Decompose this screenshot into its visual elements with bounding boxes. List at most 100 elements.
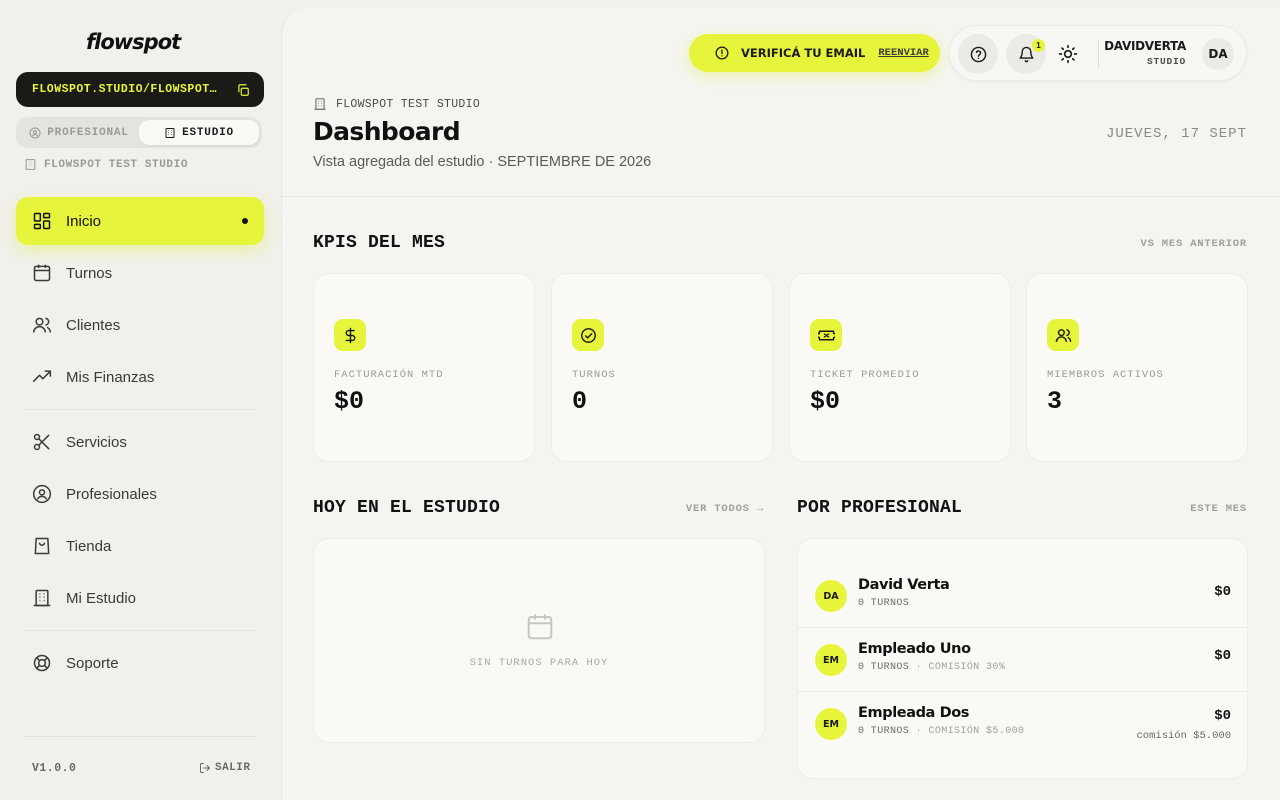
today-card: SIN TURNOS PARA HOY bbox=[313, 538, 765, 743]
pro-amount-sub: comisión $5.000 bbox=[1136, 730, 1231, 742]
header-divider bbox=[282, 196, 1280, 197]
notification-badge: 1 bbox=[1032, 39, 1045, 52]
logout-label: SALIR bbox=[215, 762, 251, 774]
pro-meta: 0 TURNOS · COMISIÓN 30% bbox=[858, 662, 1005, 673]
breadcrumb: FLOWSPOT TEST STUDIO bbox=[313, 97, 480, 111]
empty-state-text: SIN TURNOS PARA HOY bbox=[469, 657, 609, 669]
pro-name: David Verta bbox=[858, 577, 950, 593]
copy-icon[interactable] bbox=[236, 83, 250, 97]
mode-toggle: PROFESIONAL ESTUDIO bbox=[16, 117, 262, 148]
view-all-link[interactable]: VER TODOS → bbox=[686, 503, 764, 515]
building-icon bbox=[33, 589, 51, 607]
toggle-estudio-label: ESTUDIO bbox=[182, 126, 234, 139]
sidebar-item-label: Clientes bbox=[66, 316, 121, 334]
avatar: EM bbox=[815, 644, 847, 676]
toggle-estudio[interactable]: ESTUDIO bbox=[139, 120, 259, 145]
list-item[interactable]: EM Empleada Dos 0 TURNOS · COMISIÓN $5.0… bbox=[798, 691, 1247, 755]
check-circle-icon bbox=[580, 327, 596, 343]
sidebar-item-turnos[interactable]: Turnos bbox=[16, 249, 264, 297]
workspace-url-button[interactable]: FLOWSPOT.STUDIO/FLOWSPOT… bbox=[16, 72, 264, 107]
sidebar-item-inicio[interactable]: Inicio bbox=[16, 197, 264, 245]
toggle-profesional[interactable]: PROFESIONAL bbox=[19, 120, 139, 145]
sidebar: flowspot FLOWSPOT.STUDIO/FLOWSPOT… PROFE… bbox=[0, 0, 280, 800]
app-logo[interactable]: flowspot bbox=[86, 30, 181, 54]
grid-icon bbox=[33, 212, 51, 230]
kpi-label: TURNOS bbox=[572, 369, 616, 381]
users-icon bbox=[32, 317, 52, 333]
kpi-value: $0 bbox=[334, 387, 365, 416]
sidebar-item-label: Servicios bbox=[66, 433, 127, 451]
per-pro-title: POR PROFESIONAL bbox=[797, 498, 963, 518]
logout-icon bbox=[200, 763, 210, 773]
pro-meta: 0 TURNOS bbox=[858, 598, 909, 609]
list-item[interactable]: EM Empleado Uno 0 TURNOS · COMISIÓN 30% … bbox=[798, 627, 1247, 691]
sidebar-item-label: Inicio bbox=[66, 212, 102, 230]
kpi-value: 3 bbox=[1047, 387, 1063, 416]
footer-divider bbox=[24, 736, 256, 737]
kpi-value: $0 bbox=[810, 387, 841, 416]
building-icon bbox=[25, 159, 36, 170]
nav-divider bbox=[24, 630, 256, 631]
kpi-card-turnos: TURNOS 0 bbox=[551, 273, 773, 462]
users-icon bbox=[1055, 328, 1071, 342]
per-pro-meta: ESTE MES bbox=[1190, 503, 1247, 515]
pro-amount: $0 bbox=[1214, 584, 1231, 600]
lifebuoy-icon bbox=[33, 654, 51, 672]
toolbar-divider bbox=[1098, 41, 1099, 67]
pro-amount: $0 bbox=[1214, 648, 1231, 664]
sidebar-item-mi-estudio[interactable]: Mi Estudio bbox=[16, 574, 264, 622]
pro-turnos: 0 TURNOS bbox=[858, 726, 910, 737]
building-icon bbox=[314, 98, 326, 110]
kpis-meta: VS MES ANTERIOR bbox=[1140, 238, 1247, 250]
toggle-profesional-label: PROFESIONAL bbox=[47, 126, 129, 139]
sidebar-item-servicios[interactable]: Servicios bbox=[16, 418, 264, 466]
page-title: Dashboard bbox=[313, 117, 461, 146]
help-button[interactable] bbox=[958, 34, 998, 74]
verify-email-text: VERIFICÁ TU EMAIL bbox=[741, 46, 866, 60]
app-version: V1.0.0 bbox=[32, 762, 77, 775]
breadcrumb-label: FLOWSPOT TEST STUDIO bbox=[336, 97, 481, 111]
resend-link[interactable]: REENVIAR bbox=[878, 47, 928, 59]
avatar: EM bbox=[815, 708, 847, 740]
sidebar-item-soporte[interactable]: Soporte bbox=[16, 639, 264, 687]
user-circle-icon bbox=[32, 484, 52, 504]
verify-email-banner: VERIFICÁ TU EMAIL REENVIAR bbox=[689, 34, 940, 72]
list-item[interactable]: DA David Verta 0 TURNOS $0 bbox=[798, 564, 1247, 628]
calendar-icon bbox=[33, 264, 51, 282]
kpi-card-ticket: TICKET PROMEDIO $0 bbox=[789, 273, 1011, 462]
workspace-url: FLOWSPOT.STUDIO/FLOWSPOT… bbox=[32, 83, 218, 96]
sun-icon[interactable] bbox=[1058, 44, 1078, 64]
notifications-button[interactable]: 1 bbox=[1006, 34, 1046, 74]
user-role: STUDIO bbox=[1146, 56, 1186, 67]
avatar: DA bbox=[815, 580, 847, 612]
kpi-card-facturacion: FACTURACIÓN MTD $0 bbox=[313, 273, 535, 462]
pro-turnos: 0 TURNOS bbox=[858, 598, 910, 609]
per-pro-card: DA David Verta 0 TURNOS $0 EM Empleado U… bbox=[797, 538, 1248, 779]
user-toolbar: 1 DAVIDVERTA STUDIO DA bbox=[949, 25, 1247, 81]
pro-name: Empleado Uno bbox=[858, 641, 971, 657]
kpi-value: 0 bbox=[572, 387, 588, 416]
dollar-icon bbox=[345, 327, 355, 343]
logout-button[interactable]: SALIR bbox=[199, 762, 251, 774]
sidebar-item-label: Tienda bbox=[66, 537, 112, 555]
calendar-icon bbox=[527, 614, 553, 640]
help-icon bbox=[970, 46, 986, 62]
pro-commission: · COMISIÓN 30% bbox=[915, 662, 1006, 673]
avatar[interactable]: DA bbox=[1202, 38, 1234, 70]
sidebar-item-finanzas[interactable]: Mis Finanzas bbox=[16, 353, 264, 401]
today-title: HOY EN EL ESTUDIO bbox=[313, 498, 501, 518]
pro-turnos: 0 TURNOS bbox=[858, 662, 910, 673]
user-circle-icon bbox=[29, 127, 41, 138]
building-icon bbox=[165, 127, 175, 138]
page-subtitle: Vista agregada del estudio · SEPTIEMBRE … bbox=[313, 154, 652, 170]
sidebar-item-clientes[interactable]: Clientes bbox=[16, 301, 264, 349]
sidebar-item-profesionales[interactable]: Profesionales bbox=[16, 470, 264, 518]
kpi-icon-box bbox=[810, 319, 842, 351]
user-name[interactable]: DAVIDVERTA bbox=[1104, 39, 1186, 53]
pro-commission: · COMISIÓN $5.000 bbox=[915, 726, 1025, 737]
kpis-title: KPIS DEL MES bbox=[313, 233, 446, 253]
kpi-icon-box bbox=[572, 319, 604, 351]
sidebar-item-tienda[interactable]: Tienda bbox=[16, 522, 264, 570]
active-dot bbox=[242, 218, 248, 224]
nav-divider bbox=[24, 409, 256, 410]
